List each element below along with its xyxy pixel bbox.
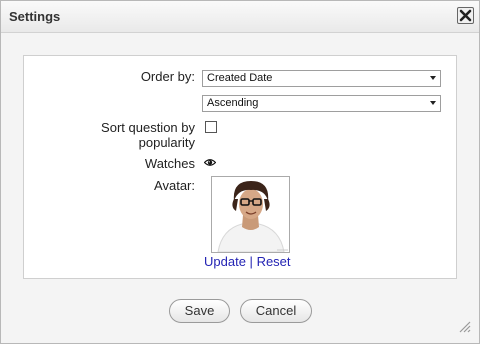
resize-grip-icon[interactable] [457, 319, 471, 333]
update-avatar-link[interactable]: Update [204, 254, 246, 269]
dialog-title: Settings [9, 9, 61, 24]
order-by-value: Created Date [207, 72, 273, 84]
sort-popularity-label: Sort question by popularity [61, 120, 195, 150]
cancel-button[interactable]: Cancel [240, 299, 312, 323]
sort-popularity-label-line1: Sort question by [101, 120, 195, 135]
dialog-titlebar[interactable]: Settings [1, 1, 479, 33]
order-direction-value: Ascending [207, 97, 259, 109]
order-direction-select[interactable]: Ascending [202, 95, 441, 112]
avatar-photo [212, 177, 289, 253]
avatar-links: Update | Reset [204, 254, 291, 269]
chevron-down-icon [430, 101, 436, 105]
close-button[interactable] [457, 7, 474, 24]
avatar-label: Avatar: [154, 178, 195, 193]
eye-icon[interactable] [204, 158, 216, 167]
order-by-label: Order by: [140, 69, 195, 84]
reset-avatar-link[interactable]: Reset [257, 254, 291, 269]
order-by-select[interactable]: Created Date [202, 70, 441, 87]
chevron-down-icon [430, 76, 436, 80]
sort-popularity-label-line2: popularity [138, 135, 195, 150]
watches-label: Watches [144, 156, 195, 171]
link-separator: | [249, 254, 253, 269]
save-button[interactable]: Save [169, 299, 230, 323]
settings-dialog: Settings Order by: Created Date Ascendin… [0, 0, 480, 344]
avatar-image-frame [211, 176, 290, 253]
sort-popularity-checkbox[interactable] [205, 121, 217, 133]
close-x-icon [459, 9, 472, 22]
